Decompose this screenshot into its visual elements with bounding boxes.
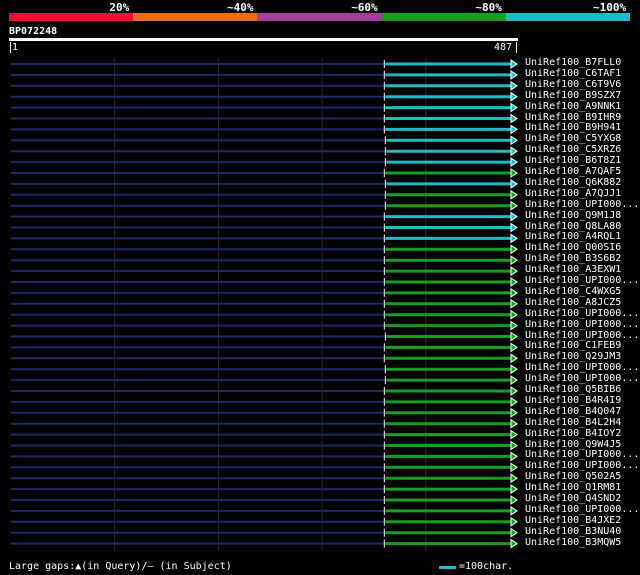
hit-end-arrow — [510, 462, 518, 473]
hit-label[interactable]: UniRef100_Q4SND2 — [525, 493, 621, 504]
hit-label[interactable]: UniRef100_Q8LA80 — [525, 221, 621, 232]
hit-end-arrow — [510, 407, 518, 418]
hit-end-arrow — [510, 342, 518, 353]
hit-label[interactable]: UniRef100_Q6K882 — [525, 177, 621, 188]
hit-end-arrow — [510, 386, 518, 396]
hit-end-arrow — [510, 418, 518, 429]
hit-end-arrow — [510, 266, 518, 277]
hit-label[interactable]: UniRef100_A8JCZ5 — [525, 297, 621, 308]
hit-end-arrow — [510, 178, 518, 189]
hit-end-arrow — [510, 124, 518, 135]
hit-label[interactable]: UniRef100_Q00SI6 — [525, 242, 621, 253]
hit-label[interactable]: UniRef100_B4JXE2 — [525, 515, 621, 526]
hit-end-arrow — [510, 527, 518, 538]
hit-end-arrow — [510, 189, 518, 200]
hit-end-arrow — [510, 277, 518, 287]
hit-label[interactable]: UniRef100_B9SZX7 — [525, 90, 621, 101]
hit-label[interactable]: UniRef100_Q9W4J5 — [525, 439, 621, 450]
hit-label[interactable]: UniRef100_B4R4I9 — [525, 395, 621, 406]
hit-label[interactable]: UniRef100_B6T8Z1 — [525, 155, 621, 166]
hit-label[interactable]: UniRef100_UPI000... — [525, 319, 639, 330]
hit-label[interactable]: UniRef100_A7QJJ1 — [525, 188, 621, 199]
hit-label[interactable]: UniRef100_B9IHR9 — [525, 112, 621, 123]
hit-label[interactable]: UniRef100_C5YXG8 — [525, 133, 621, 144]
hit-end-arrow — [510, 495, 518, 505]
hit-label[interactable]: UniRef100_UPI000... — [525, 330, 639, 341]
hit-end-arrow — [510, 298, 518, 309]
scale-label: =100char. — [459, 561, 514, 572]
hit-end-arrow — [510, 91, 518, 102]
hit-end-arrow — [510, 396, 518, 407]
hit-label[interactable]: UniRef100_Q1RM81 — [525, 482, 621, 493]
hit-end-arrow — [510, 135, 518, 146]
hit-end-arrow — [510, 440, 518, 451]
hit-label[interactable]: UniRef100_B7FLL0 — [525, 57, 621, 68]
hit-label[interactable]: UniRef100_A4RQL1 — [525, 231, 621, 242]
hit-end-arrow — [510, 320, 518, 331]
hit-label[interactable]: UniRef100_UPI000... — [525, 362, 639, 373]
hit-end-arrow — [510, 516, 518, 527]
hit-end-arrow — [510, 287, 518, 298]
hit-label[interactable]: UniRef100_B4IOY2 — [525, 428, 621, 439]
hit-end-arrow — [510, 364, 518, 375]
hit-end-arrow — [510, 233, 518, 244]
hit-label[interactable]: UniRef100_C6TAF1 — [525, 68, 621, 79]
scale-bar — [439, 566, 456, 569]
hit-label[interactable]: UniRef100_B3NU40 — [525, 526, 621, 537]
hit-end-arrow — [510, 353, 518, 364]
hit-label[interactable]: UniRef100_UPI000... — [525, 460, 639, 471]
hit-end-arrow — [510, 102, 518, 113]
hit-label[interactable]: UniRef100_C6T9V6 — [525, 79, 621, 90]
hit-label[interactable]: UniRef100_UPI000... — [525, 199, 639, 210]
hit-label[interactable]: UniRef100_A7QAF5 — [525, 166, 621, 177]
hit-end-arrow — [510, 429, 518, 440]
gaps-legend-text: Large gaps:▲(in Query)/– (in Subject) — [9, 561, 232, 572]
hit-end-arrow — [510, 451, 518, 462]
hit-end-arrow — [510, 211, 518, 222]
hit-label[interactable]: UniRef100_C1FEB9 — [525, 340, 621, 351]
hit-label[interactable]: UniRef100_B4L2H4 — [525, 417, 621, 428]
hit-end-arrow — [510, 146, 518, 157]
hit-end-arrow — [510, 255, 518, 266]
hit-label[interactable]: UniRef100_UPI000... — [525, 504, 639, 515]
hit-label[interactable]: UniRef100_C5XRZ6 — [525, 144, 621, 155]
hit-end-arrow — [510, 331, 518, 342]
hit-label[interactable]: UniRef100_UPI000... — [525, 275, 639, 286]
hit-label[interactable]: UniRef100_UPI000... — [525, 308, 639, 319]
hit-end-arrow — [510, 200, 518, 211]
hit-end-arrow — [510, 168, 518, 178]
hit-end-arrow — [510, 222, 518, 233]
hit-end-arrow — [510, 538, 518, 549]
hit-label[interactable]: UniRef100_B3MQW5 — [525, 537, 621, 548]
hit-label[interactable]: UniRef100_C4WXG5 — [525, 286, 621, 297]
hit-end-arrow — [510, 375, 518, 386]
hit-end-arrow — [510, 113, 518, 124]
hit-end-arrow — [510, 473, 518, 484]
hit-label[interactable]: UniRef100_UPI000... — [525, 373, 639, 384]
hit-end-arrow — [510, 157, 518, 168]
hit-end-arrow — [510, 69, 518, 80]
hit-end-arrow — [510, 484, 518, 495]
hit-label[interactable]: UniRef100_B4Q047 — [525, 406, 621, 417]
hit-label[interactable]: UniRef100_B9H941 — [525, 122, 621, 133]
hit-end-arrow — [510, 505, 518, 516]
hit-end-arrow — [510, 80, 518, 91]
hit-label[interactable]: UniRef100_A3EXW1 — [525, 264, 621, 275]
hit-label[interactable]: UniRef100_Q502A5 — [525, 471, 621, 482]
hit-end-arrow — [510, 59, 518, 69]
hit-label[interactable]: UniRef100_Q9M1J8 — [525, 210, 621, 221]
hit-label[interactable]: UniRef100_Q29JM3 — [525, 351, 621, 362]
hit-end-arrow — [510, 244, 518, 255]
hit-label[interactable]: UniRef100_B3S6B2 — [525, 253, 621, 264]
hit-end-arrow — [510, 309, 518, 320]
hit-label[interactable]: UniRef100_A9NNK1 — [525, 101, 621, 112]
hit-label[interactable]: UniRef100_Q5BIB6 — [525, 384, 621, 395]
hit-label[interactable]: UniRef100_UPI000... — [525, 449, 639, 460]
